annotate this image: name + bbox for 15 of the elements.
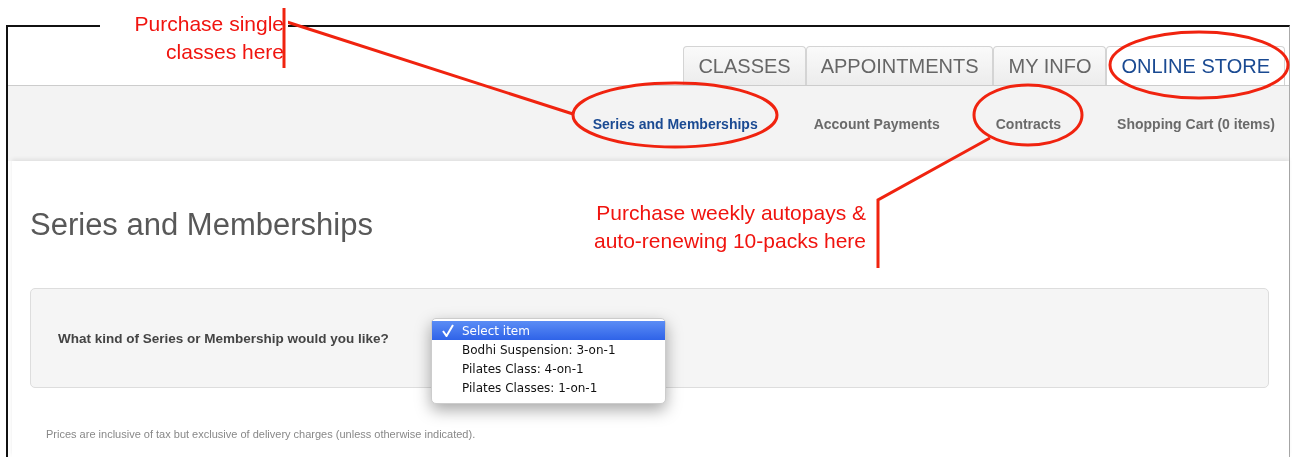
nav-tab[interactable]: CLASSES [683,46,806,85]
nav-tab[interactable]: ONLINE STORE [1106,46,1285,85]
page-heading: Series and Memberships [30,207,373,243]
nav-tab[interactable]: APPOINTMENTS [805,46,994,85]
dropdown-option[interactable]: Pilates Classes: 1-on-1 [432,378,665,397]
subnav-link[interactable]: Account Payments [813,115,940,132]
question-label: What kind of Series or Membership would you like? [58,330,389,346]
dropdown-option[interactable]: Bodhi Suspension: 3-on-1 [432,340,665,359]
subnav-link[interactable]: Shopping Cart (0 items) [1117,115,1275,132]
nav-tab[interactable]: MY INFO [993,46,1107,85]
subnav-link[interactable]: Contracts [995,115,1062,132]
dropdown-option[interactable]: Select item [432,321,665,340]
subnav-link[interactable]: Series and Memberships [592,115,758,132]
price-note: Prices are inclusive of tax but exclusive of delivery charges (unless otherwise indicated). [46,428,477,440]
dropdown-option[interactable]: Pilates Class: 4-on-1 [432,359,665,378]
